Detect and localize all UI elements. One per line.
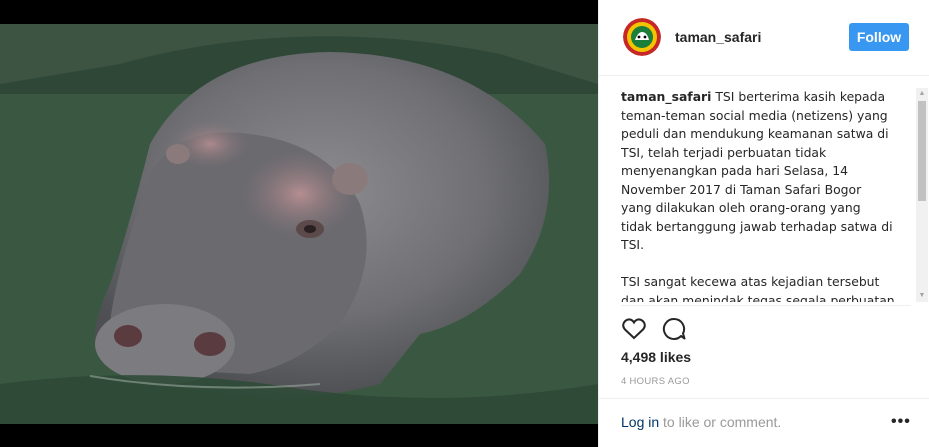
divider (621, 305, 911, 306)
caption-text: TSI berterima kasih kepada teman-teman s… (621, 89, 895, 302)
heart-icon[interactable] (621, 316, 647, 342)
hippo-photo (0, 24, 598, 424)
scroll-down-arrow-icon[interactable]: ▼ (916, 290, 928, 302)
more-options-icon[interactable]: ••• (891, 413, 911, 431)
scroll-thumb[interactable] (918, 101, 926, 201)
caption-area: taman_safari TSI berterima kasih kepada … (621, 88, 911, 302)
caption: taman_safari TSI berterima kasih kepada … (621, 88, 911, 302)
scroll-up-arrow-icon[interactable]: ▲ (916, 88, 928, 100)
post-timestamp[interactable]: 4 HOURS AGO (621, 376, 690, 387)
post-media (0, 0, 598, 447)
comment-bar: Log in to like or comment. ••• (599, 398, 929, 447)
login-prompt-text: to like or comment. (659, 414, 782, 430)
follow-button[interactable]: Follow (849, 23, 909, 51)
comment-icon[interactable] (661, 316, 687, 342)
login-link[interactable]: Log in (621, 414, 659, 430)
post-header: taman_safari Follow (599, 0, 929, 76)
caption-scrollbar[interactable]: ▲ ▼ (916, 88, 928, 302)
taman-safari-logo-icon (623, 18, 661, 56)
post-side-panel: taman_safari Follow taman_safari TSI ber… (598, 0, 929, 447)
post-username[interactable]: taman_safari (675, 29, 761, 45)
caption-username[interactable]: taman_safari (621, 89, 711, 104)
avatar[interactable] (623, 18, 661, 56)
login-prompt: Log in to like or comment. (621, 414, 781, 430)
likes-count[interactable]: 4,498 likes (621, 349, 691, 365)
